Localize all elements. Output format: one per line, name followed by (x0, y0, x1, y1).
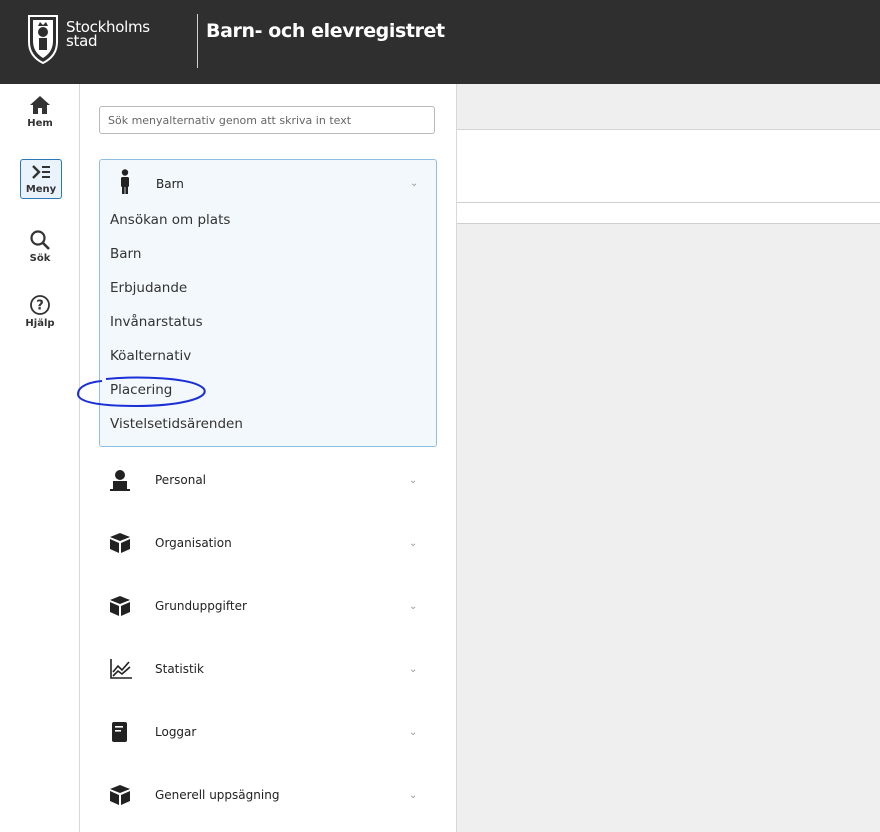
menu-item-koalternativ[interactable]: Köalternativ (110, 348, 191, 364)
svg-text:?: ? (36, 299, 44, 314)
rail-item-menu[interactable]: Meny (20, 159, 62, 199)
search-icon (30, 230, 50, 250)
rail-item-help[interactable]: ? Hjälp (20, 294, 60, 329)
menu-item-barn[interactable]: Barn (110, 246, 141, 262)
content-toolbar (457, 84, 880, 129)
rail-item-home[interactable]: Hem (20, 94, 60, 129)
group-label-barn[interactable]: Barn (156, 177, 184, 191)
group-label-grunduppgifter: Grunduppgifter (155, 599, 247, 613)
group-label-personal: Personal (155, 473, 207, 487)
rail-label-home: Hem (27, 118, 53, 129)
menu-group-generell-uppsagning[interactable]: Generell uppsägning ⌄ (99, 767, 437, 827)
menu-item-invanarstatus[interactable]: Invånarstatus (110, 314, 203, 330)
menu-group-grunduppgifter[interactable]: Grunduppgifter ⌄ (99, 578, 437, 638)
menu-search-input[interactable] (99, 106, 435, 134)
menu-item-erbjudande[interactable]: Erbjudande (110, 280, 187, 296)
box-icon (110, 596, 130, 616)
menu-group-personal[interactable]: Personal ⌄ (99, 452, 437, 512)
book-icon (112, 722, 127, 742)
chevron-down-icon: ⌄ (409, 790, 418, 801)
content-background (457, 224, 880, 832)
menu-icon (32, 165, 50, 179)
app-header: Stockholms stad Barn- och elevregistret (0, 0, 880, 84)
header-divider (197, 14, 198, 68)
rail-item-search[interactable]: Sök (20, 229, 60, 264)
person-icon (110, 470, 130, 491)
box-icon (110, 785, 130, 805)
rail-label-search: Sök (29, 253, 51, 264)
home-icon (30, 96, 50, 114)
logo-text: Stockholms stad (66, 20, 150, 50)
child-icon (121, 169, 129, 194)
chevron-down-icon: ⌄ (409, 727, 418, 738)
group-label-generell-uppsagning: Generell uppsägning (155, 788, 280, 802)
logo-line-2: stad (66, 32, 98, 50)
stockholm-crest-icon[interactable] (26, 12, 60, 66)
box-icon (110, 533, 130, 553)
menu-group-statistik[interactable]: Statistik ⌄ (99, 641, 437, 701)
help-icon: ? (30, 295, 50, 315)
rail-label-menu: Meny (25, 184, 57, 195)
menu-panel: Barn ⌄ Ansökan om plats Barn Erbjudande … (80, 84, 457, 832)
menu-group-loggar[interactable]: Loggar ⌄ (99, 704, 437, 764)
group-label-organisation: Organisation (155, 536, 232, 550)
chevron-down-icon: ⌄ (409, 538, 418, 549)
content-panel (457, 130, 880, 202)
group-label-statistik: Statistik (155, 662, 204, 676)
chevron-down-icon[interactable]: ⌄ (410, 178, 418, 189)
menu-group-organisation[interactable]: Organisation ⌄ (99, 515, 437, 575)
chart-icon (110, 659, 132, 679)
menu-item-vistelsetidsarenden[interactable]: Vistelsetidsärenden (110, 416, 243, 432)
left-rail: Hem Meny Sök ? Hjälp (0, 84, 80, 832)
rail-label-help: Hjälp (25, 318, 55, 329)
chevron-down-icon: ⌄ (409, 475, 418, 486)
app-title: Barn- och elevregistret (206, 20, 445, 42)
content-band (457, 203, 880, 224)
group-label-loggar: Loggar (155, 725, 197, 739)
chevron-down-icon: ⌄ (409, 664, 418, 675)
menu-item-ansokan-om-plats[interactable]: Ansökan om plats (110, 212, 230, 228)
annotation-circle (76, 376, 206, 408)
chevron-down-icon: ⌄ (409, 601, 418, 612)
